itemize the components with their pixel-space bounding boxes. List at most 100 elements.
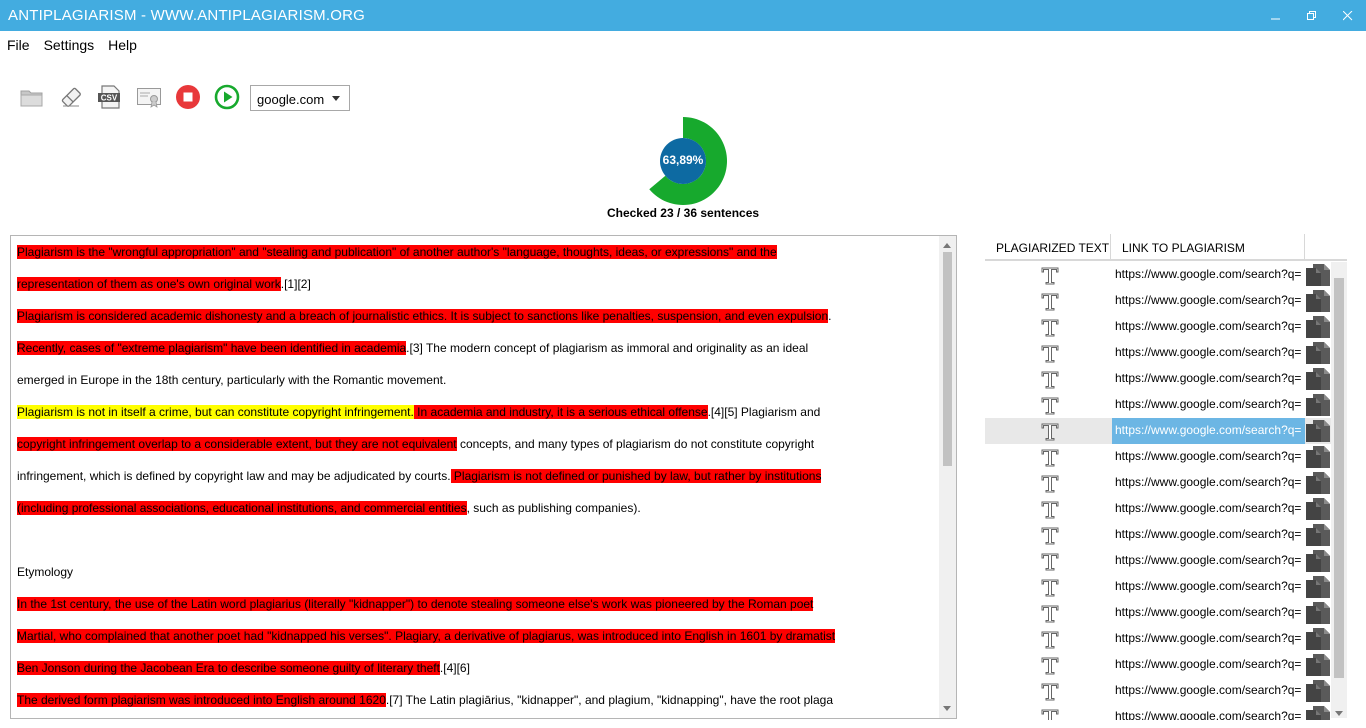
plagiarism-link[interactable]: https://www.google.com/search?q= xyxy=(1112,418,1305,444)
table-row[interactable]: https://www.google.com/search?q= xyxy=(985,626,1331,652)
text-icon[interactable] xyxy=(1039,394,1061,416)
column-header-plagiarized-text[interactable]: PLAGIARIZED TEXT xyxy=(985,234,1111,260)
plagiarized-sentence[interactable]: copyright infringement overlap to a cons… xyxy=(17,437,457,451)
table-row[interactable]: https://www.google.com/search?q= xyxy=(985,392,1331,418)
menu-help[interactable]: Help xyxy=(101,34,144,56)
document-scrollbar[interactable] xyxy=(939,236,956,718)
table-row[interactable]: https://www.google.com/search?q= xyxy=(985,418,1331,444)
copy-document-icon[interactable] xyxy=(1305,419,1331,443)
highlighted-sentence[interactable]: Plagiarism is not in itself a crime, but… xyxy=(17,405,414,419)
document-text-panel[interactable]: Plagiarism is the "wrongful appropriatio… xyxy=(10,235,957,719)
text-icon[interactable] xyxy=(1039,628,1061,650)
clear-button[interactable] xyxy=(51,80,90,114)
copy-document-icon[interactable] xyxy=(1305,679,1331,703)
column-header-link[interactable]: LINK TO PLAGIARISM xyxy=(1112,234,1305,260)
scroll-up-icon[interactable] xyxy=(943,243,951,248)
table-row[interactable]: https://www.google.com/search?q= xyxy=(985,496,1331,522)
plagiarized-sentence[interactable]: Plagiary, a derivative of plagiarus, was… xyxy=(391,629,836,643)
plagiarism-link[interactable]: https://www.google.com/search?q= xyxy=(1112,392,1305,418)
table-row[interactable]: https://www.google.com/search?q= xyxy=(985,288,1331,314)
text-icon[interactable] xyxy=(1039,706,1061,720)
plagiarized-sentence[interactable]: (including professional associations, ed… xyxy=(17,501,467,515)
plagiarism-link[interactable]: https://www.google.com/search?q= xyxy=(1112,548,1305,574)
table-row[interactable]: https://www.google.com/search?q= xyxy=(985,548,1331,574)
menu-file[interactable]: File xyxy=(0,34,37,56)
plagiarized-sentence[interactable]: Martial, who complained that another poe… xyxy=(17,629,392,643)
text-icon[interactable] xyxy=(1039,498,1061,520)
plagiarism-link[interactable]: https://www.google.com/search?q= xyxy=(1112,340,1305,366)
start-button[interactable] xyxy=(207,80,246,114)
copy-document-icon[interactable] xyxy=(1305,445,1331,469)
search-engine-select[interactable]: google.com xyxy=(250,85,350,111)
text-icon[interactable] xyxy=(1039,576,1061,598)
open-folder-button[interactable] xyxy=(12,80,51,114)
copy-document-icon[interactable] xyxy=(1305,705,1331,720)
text-icon[interactable] xyxy=(1039,550,1061,572)
copy-document-icon[interactable] xyxy=(1305,341,1331,365)
document-text[interactable]: Plagiarism is the "wrongful appropriatio… xyxy=(17,236,937,716)
plagiarized-sentence[interactable]: Plagiarism is the "wrongful appropriatio… xyxy=(17,245,777,259)
scroll-thumb[interactable] xyxy=(943,252,952,466)
copy-document-icon[interactable] xyxy=(1305,653,1331,677)
table-row[interactable]: https://www.google.com/search?q= xyxy=(985,678,1331,704)
text-icon[interactable] xyxy=(1039,446,1061,468)
copy-document-icon[interactable] xyxy=(1305,627,1331,651)
plagiarized-sentence[interactable]: In academia and industry, it is a seriou… xyxy=(413,405,708,419)
text-icon[interactable] xyxy=(1039,342,1061,364)
plagiarized-sentence[interactable]: representation of them as one's own orig… xyxy=(17,277,281,291)
certificate-button[interactable] xyxy=(129,80,168,114)
text-icon[interactable] xyxy=(1039,290,1061,312)
table-row[interactable]: https://www.google.com/search?q= xyxy=(985,470,1331,496)
table-row[interactable]: https://www.google.com/search?q= xyxy=(985,600,1331,626)
plagiarized-sentence[interactable]: Recently, cases of "extreme plagiarism" … xyxy=(17,341,407,355)
scroll-down-icon[interactable] xyxy=(943,706,951,711)
plagiarism-link[interactable]: https://www.google.com/search?q= xyxy=(1112,496,1305,522)
plagiarized-sentence[interactable]: Plagiarism is considered academic dishon… xyxy=(17,309,448,323)
text-icon[interactable] xyxy=(1039,472,1061,494)
close-button[interactable] xyxy=(1330,0,1366,31)
maximize-button[interactable] xyxy=(1294,0,1330,31)
text-icon[interactable] xyxy=(1039,524,1061,546)
stop-button[interactable] xyxy=(168,80,207,114)
plagiarism-link[interactable]: https://www.google.com/search?q= xyxy=(1112,444,1305,470)
copy-document-icon[interactable] xyxy=(1305,497,1331,521)
table-row[interactable]: https://www.google.com/search?q= xyxy=(985,314,1331,340)
plagiarism-link[interactable]: https://www.google.com/search?q= xyxy=(1112,288,1305,314)
plagiarism-link[interactable]: https://www.google.com/search?q= xyxy=(1112,600,1305,626)
copy-document-icon[interactable] xyxy=(1305,601,1331,625)
copy-document-icon[interactable] xyxy=(1305,367,1331,391)
export-csv-button[interactable]: CSV xyxy=(90,80,129,114)
text-icon[interactable] xyxy=(1039,316,1061,338)
copy-document-icon[interactable] xyxy=(1305,315,1331,339)
table-row[interactable]: https://www.google.com/search?q= xyxy=(985,444,1331,470)
text-icon[interactable] xyxy=(1039,654,1061,676)
table-row[interactable]: https://www.google.com/search?q= xyxy=(985,574,1331,600)
plagiarized-sentence[interactable]: In the 1st century, the use of the Latin… xyxy=(17,597,814,611)
plagiarism-link[interactable]: https://www.google.com/search?q= xyxy=(1112,574,1305,600)
copy-document-icon[interactable] xyxy=(1305,549,1331,573)
text-icon[interactable] xyxy=(1039,264,1061,286)
plagiarism-link[interactable]: https://www.google.com/search?q= xyxy=(1112,262,1305,288)
minimize-button[interactable] xyxy=(1258,0,1294,31)
table-row[interactable]: https://www.google.com/search?q= xyxy=(985,652,1331,678)
results-scrollbar[interactable] xyxy=(1331,262,1347,718)
table-row[interactable]: https://www.google.com/search?q= xyxy=(985,704,1331,720)
plagiarized-sentence[interactable]: The derived form plagiarism was introduc… xyxy=(17,693,386,707)
table-row[interactable]: https://www.google.com/search?q= xyxy=(985,262,1331,288)
scroll-thumb[interactable] xyxy=(1334,278,1344,678)
plagiarized-sentence[interactable]: Plagiarism is not defined or punished by… xyxy=(450,469,822,483)
table-row[interactable]: https://www.google.com/search?q= xyxy=(985,340,1331,366)
plagiarism-link[interactable]: https://www.google.com/search?q= xyxy=(1112,522,1305,548)
plagiarism-link[interactable]: https://www.google.com/search?q= xyxy=(1112,678,1305,704)
text-icon[interactable] xyxy=(1039,368,1061,390)
copy-document-icon[interactable] xyxy=(1305,523,1331,547)
copy-document-icon[interactable] xyxy=(1305,471,1331,495)
plagiarism-link[interactable]: https://www.google.com/search?q= xyxy=(1112,652,1305,678)
table-row[interactable]: https://www.google.com/search?q= xyxy=(985,366,1331,392)
plagiarism-link[interactable]: https://www.google.com/search?q= xyxy=(1112,704,1305,720)
plagiarism-link[interactable]: https://www.google.com/search?q= xyxy=(1112,366,1305,392)
menu-settings[interactable]: Settings xyxy=(37,34,102,56)
scroll-down-icon[interactable] xyxy=(1335,711,1343,716)
plagiarized-sentence[interactable]: Ben Jonson during the Jacobean Era to de… xyxy=(17,661,440,675)
text-icon[interactable] xyxy=(1039,602,1061,624)
